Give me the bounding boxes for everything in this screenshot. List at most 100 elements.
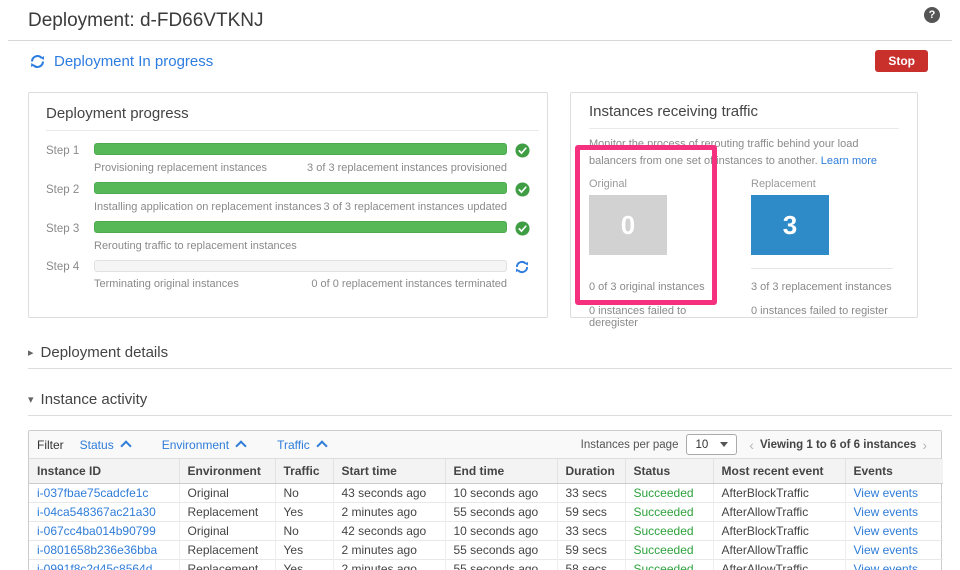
instance-activity-title: Instance activity bbox=[40, 391, 148, 408]
instance-table-body: i-037fbae75cadcfe1c Original No 43 secon… bbox=[29, 483, 943, 570]
duration-cell: 58 secs bbox=[557, 559, 626, 570]
instance-activity-section-header[interactable]: ▾ Instance activity bbox=[28, 391, 952, 416]
chevron-up-icon bbox=[316, 440, 328, 452]
table-header-row: Instance ID Environment Traffic Start ti… bbox=[29, 459, 943, 484]
step-detail: 3 of 3 replacement instances updated bbox=[323, 201, 507, 213]
filter-right-controls: Instances per page 10 ‹ Viewing 1 to 6 o… bbox=[581, 434, 933, 455]
col-environment: Environment bbox=[179, 459, 276, 484]
table-row: i-067cc4ba014b90799 Original No 42 secon… bbox=[29, 521, 943, 541]
collapsed-triangle-icon: ▸ bbox=[28, 347, 34, 359]
end-time-cell: 55 seconds ago bbox=[445, 559, 558, 570]
deployment-status-text: Deployment In progress bbox=[54, 52, 214, 70]
traffic-cell: No bbox=[275, 521, 334, 541]
status-cell: Succeeded bbox=[625, 559, 714, 570]
steps-list: Step 1 Provisioning replacement instance… bbox=[46, 143, 539, 290]
col-start-time: Start time bbox=[333, 459, 446, 484]
event-cell: AfterAllowTraffic bbox=[713, 559, 846, 570]
instances-per-page-select[interactable]: 10 bbox=[686, 434, 738, 455]
status-cell: Succeeded bbox=[625, 502, 714, 522]
check-circle-icon bbox=[515, 221, 539, 236]
step-description: Installing application on replacement in… bbox=[94, 201, 322, 213]
view-events-link[interactable]: View events bbox=[854, 524, 918, 538]
original-column: Original 0 0 of 3 original instances 0 i… bbox=[589, 178, 735, 329]
step-3: Step 3 Rerouting traffic to replacement … bbox=[46, 221, 539, 252]
event-cell: AfterBlockTraffic bbox=[713, 521, 846, 541]
step-4: Step 4 Terminating original instances 0 … bbox=[46, 260, 539, 290]
stop-button[interactable]: Stop bbox=[875, 50, 928, 72]
deployment-page: Deployment: d-FD66VTKNJ ? Deployment In … bbox=[0, 0, 960, 570]
deployment-details-section-header[interactable]: ▸ Deployment details bbox=[28, 344, 952, 369]
environment-cell: Original bbox=[179, 521, 276, 541]
event-cell: AfterAllowTraffic bbox=[713, 540, 846, 560]
view-events-link[interactable]: View events bbox=[854, 486, 918, 500]
instance-activity-table-container: Filter Status Environment Traffic Instan… bbox=[28, 430, 943, 570]
replacement-label: Replacement bbox=[751, 178, 816, 191]
in-progress-refresh-icon bbox=[515, 260, 539, 274]
filter-environment[interactable]: Environment bbox=[162, 438, 247, 452]
step-2: Step 2 Installing application on replace… bbox=[46, 182, 539, 213]
deployment-progress-panel: Deployment progress Step 1 Provisioning … bbox=[28, 92, 548, 318]
replacement-failed: 0 instances failed to register bbox=[751, 305, 888, 318]
replacement-column: Replacement 3 3 of 3 replacement instanc… bbox=[735, 178, 899, 329]
col-status: Status bbox=[625, 459, 714, 484]
end-time-cell: 55 seconds ago bbox=[445, 540, 558, 560]
paging-text: Viewing 1 to 6 of 6 instances bbox=[759, 438, 917, 451]
deployment-details-title: Deployment details bbox=[40, 344, 169, 361]
instance-id-link[interactable]: i-067cc4ba014b90799 bbox=[37, 524, 156, 538]
traffic-cell: Yes bbox=[275, 540, 334, 560]
end-time-cell: 55 seconds ago bbox=[445, 502, 558, 522]
step-description: Rerouting traffic to replacement instanc… bbox=[94, 240, 297, 252]
status-bar: Deployment In progress Stop bbox=[30, 50, 932, 72]
status-cell: Succeeded bbox=[625, 483, 714, 503]
table-row: i-04ca548367ac21a30 Replacement Yes 2 mi… bbox=[29, 502, 943, 522]
prev-page-arrow[interactable]: ‹ bbox=[749, 437, 754, 453]
end-time-cell: 10 seconds ago bbox=[445, 483, 558, 503]
learn-more-link[interactable]: Learn more bbox=[821, 155, 877, 167]
refresh-icon[interactable] bbox=[30, 54, 45, 69]
step-detail: 3 of 3 replacement instances provisioned bbox=[307, 162, 507, 174]
instance-id-link[interactable]: i-0801658b236e36bba bbox=[37, 543, 157, 557]
table-row: i-0991f8c2d45c8564d Replacement Yes 2 mi… bbox=[29, 559, 943, 570]
view-events-link[interactable]: View events bbox=[854, 562, 918, 570]
filter-label: Filter bbox=[37, 437, 64, 452]
duration-cell: 59 secs bbox=[557, 540, 626, 560]
caret-down-icon bbox=[720, 442, 729, 447]
replacement-summary: 3 of 3 replacement instances bbox=[751, 281, 892, 294]
step-detail: 0 of 0 replacement instances terminated bbox=[311, 278, 507, 290]
traffic-panel-title: Instances receiving traffic bbox=[589, 103, 899, 129]
event-cell: AfterBlockTraffic bbox=[713, 483, 846, 503]
step-label: Step 2 bbox=[46, 183, 80, 196]
instances-receiving-traffic-panel: Instances receiving traffic Monitor the … bbox=[570, 92, 918, 329]
status-cell: Succeeded bbox=[625, 540, 714, 560]
table-row: i-037fbae75cadcfe1c Original No 43 secon… bbox=[29, 483, 943, 503]
expanded-triangle-icon: ▾ bbox=[28, 394, 34, 406]
step-1: Step 1 Provisioning replacement instance… bbox=[46, 143, 539, 174]
step-description: Terminating original instances bbox=[94, 278, 239, 290]
view-events-link[interactable]: View events bbox=[854, 543, 918, 557]
per-page-value: 10 bbox=[695, 438, 709, 451]
progress-bar bbox=[94, 260, 507, 272]
view-events-link[interactable]: View events bbox=[854, 505, 918, 519]
environment-cell: Replacement bbox=[179, 502, 276, 522]
col-duration: Duration bbox=[557, 459, 626, 484]
traffic-panel-description: Monitor the process of rerouting traffic… bbox=[589, 138, 859, 168]
instance-id-link[interactable]: i-0991f8c2d45c8564d bbox=[37, 562, 152, 570]
check-circle-icon bbox=[515, 143, 539, 158]
check-circle-icon bbox=[515, 182, 539, 197]
event-cell: AfterAllowTraffic bbox=[713, 502, 846, 522]
step-description: Provisioning replacement instances bbox=[94, 162, 268, 174]
filter-status[interactable]: Status bbox=[80, 438, 132, 452]
col-most-recent-event: Most recent event bbox=[713, 459, 846, 484]
environment-cell: Original bbox=[179, 483, 276, 503]
progress-bar bbox=[94, 221, 507, 233]
duration-cell: 59 secs bbox=[557, 502, 626, 522]
instance-id-link[interactable]: i-037fbae75cadcfe1c bbox=[37, 486, 148, 500]
original-count-box: 0 bbox=[589, 195, 667, 256]
next-page-arrow[interactable]: › bbox=[922, 437, 927, 453]
instance-id-link[interactable]: i-04ca548367ac21a30 bbox=[37, 505, 156, 519]
help-icon[interactable]: ? bbox=[924, 7, 940, 23]
filter-traffic[interactable]: Traffic bbox=[277, 438, 328, 452]
start-time-cell: 43 seconds ago bbox=[333, 483, 446, 503]
chevron-up-icon bbox=[235, 440, 247, 452]
step-label: Step 1 bbox=[46, 144, 80, 157]
